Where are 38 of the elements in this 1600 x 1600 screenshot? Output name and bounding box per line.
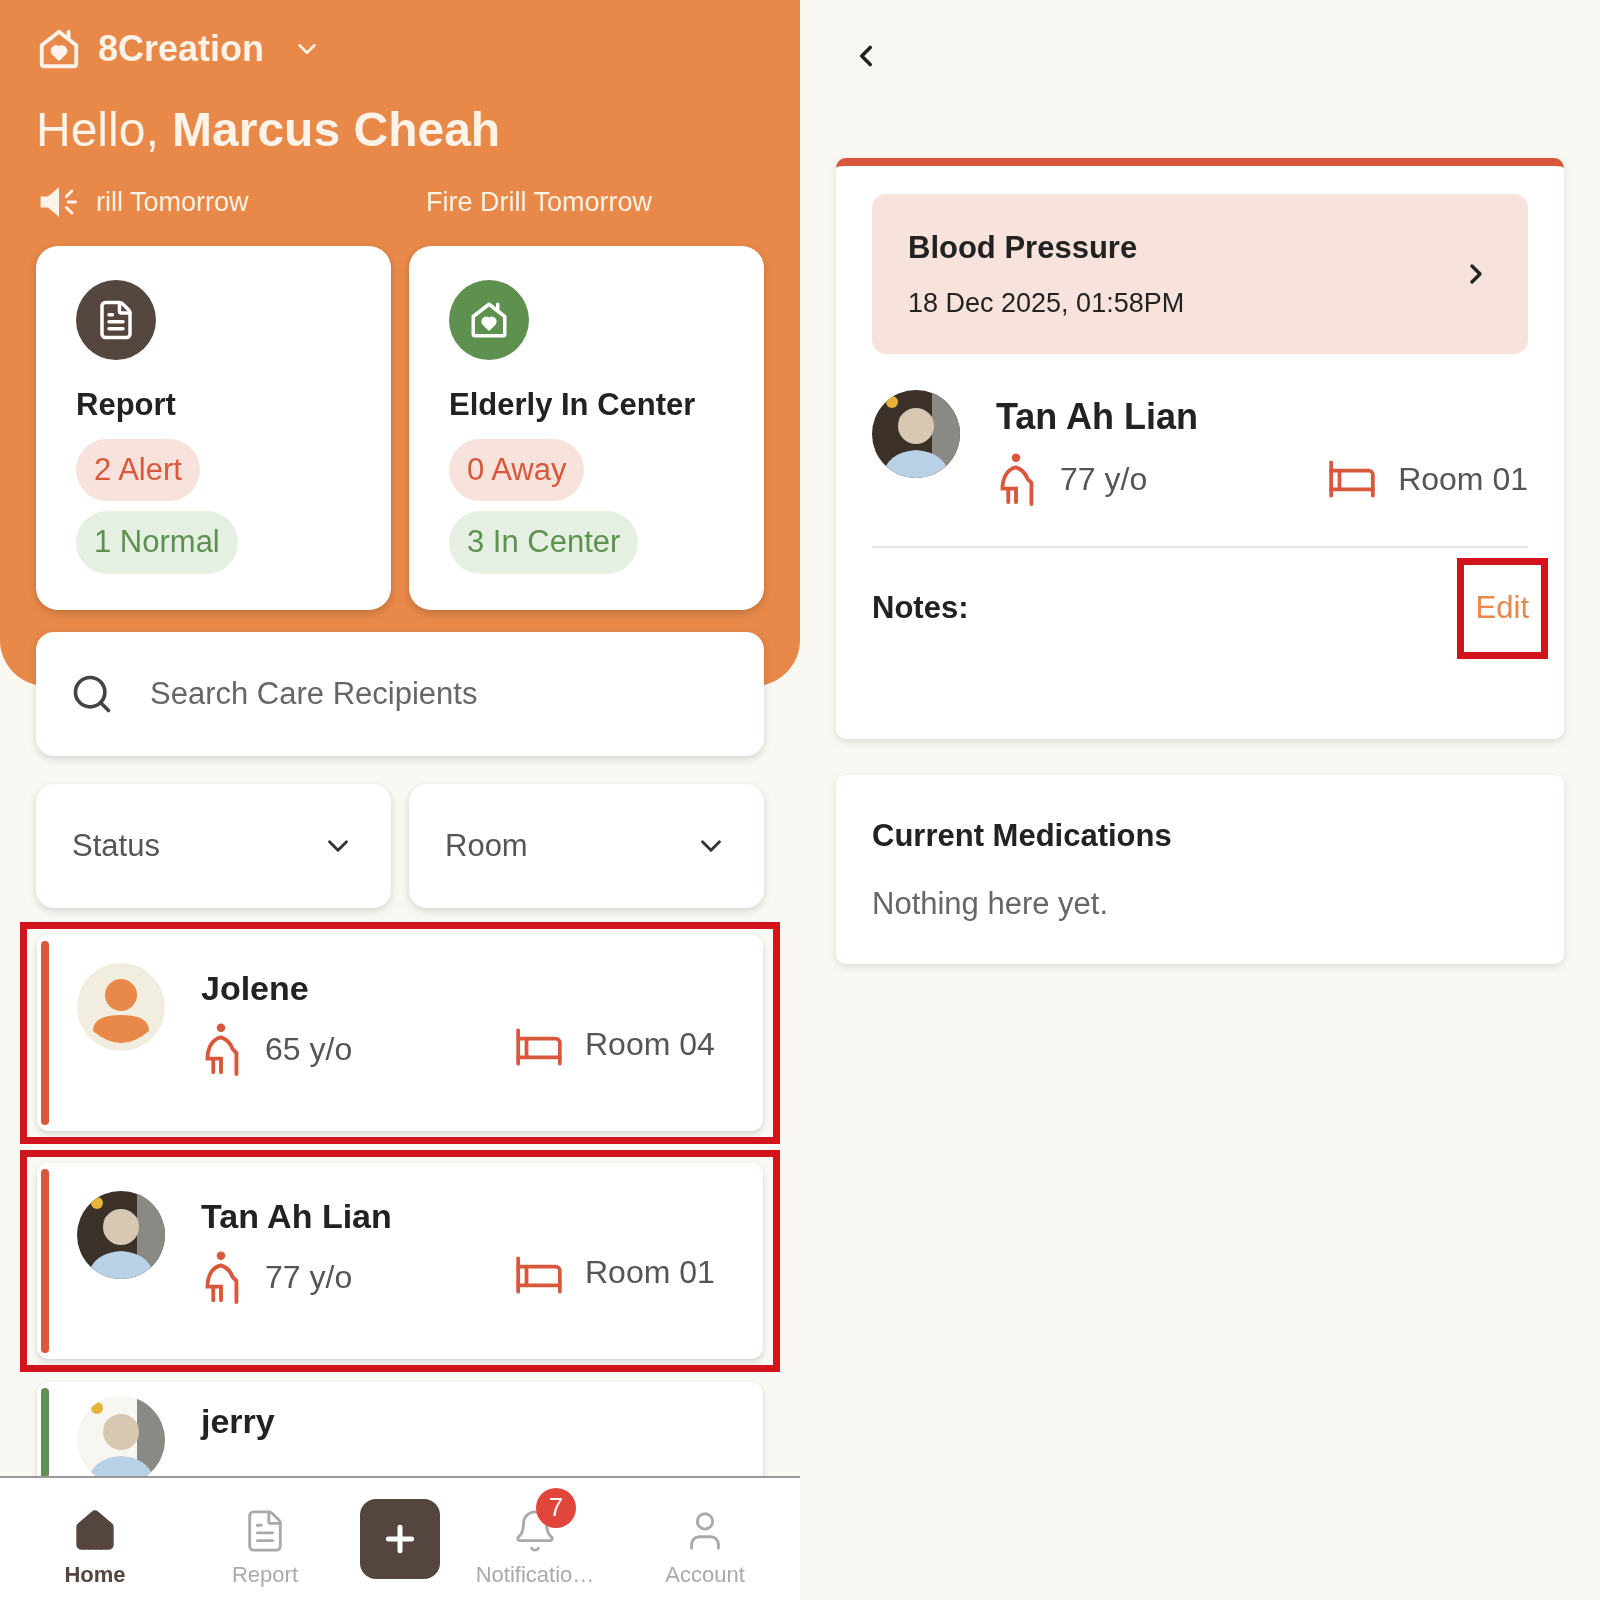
recipient-card[interactable]: Tan Ah Lian 77 y/o Room 01	[37, 1163, 763, 1359]
age-label: 77 y/o	[1060, 460, 1148, 499]
age-label: 77 y/o	[265, 1258, 353, 1297]
count-pill: 2 Alert	[76, 438, 200, 501]
notes-label: Notes:	[872, 589, 969, 627]
nav-tab[interactable]: Notificatio… 7	[460, 1487, 610, 1591]
reading-title: Blood Pressure	[908, 228, 1139, 267]
summary-card[interactable]: Elderly In Center 0 Away 3 In Center	[409, 246, 764, 610]
recipient-name: Tan Ah Lian	[996, 395, 1199, 439]
recipient-card[interactable]: Jolene 65 y/o Room 04	[37, 935, 763, 1131]
count-pill: 1 Normal	[76, 511, 238, 574]
latest-reading-card[interactable]: Blood Pressure 18 Dec 2025, 01:58PM	[872, 194, 1528, 354]
room-label: Room 01	[585, 1253, 715, 1292]
count-pill: 0 Away	[449, 438, 585, 501]
card-title: Report	[76, 386, 176, 424]
summary-card[interactable]: Report 2 Alert 1 Normal	[36, 246, 391, 610]
reading-time: 18 Dec 2025, 01:58PM	[908, 287, 1185, 320]
announcement-text: Fire Drill Tomorrow	[426, 185, 653, 219]
empty-message: Nothing here yet.	[872, 885, 1110, 923]
avatar-placeholder-icon	[77, 963, 165, 1051]
search-field[interactable]: Search Care Recipients	[36, 632, 764, 756]
room-label: Room 01	[1398, 460, 1528, 499]
recipient-card[interactable]: jerry	[37, 1382, 763, 1476]
recipient-name: Tan Ah Lian	[201, 1196, 393, 1237]
card-title: Elderly In Center	[449, 386, 696, 424]
section-title: Current Medications	[872, 816, 1173, 855]
recipient-name: jerry	[201, 1401, 276, 1442]
room-label: Room 04	[585, 1025, 715, 1064]
age-label: 65 y/o	[265, 1030, 353, 1069]
add-button[interactable]	[360, 1499, 440, 1579]
filter-dropdown[interactable]: Status	[36, 784, 391, 908]
notification-count: 7	[536, 1487, 576, 1528]
greeting: Hello, Marcus Cheah	[36, 102, 502, 158]
nav-tab[interactable]: Home	[20, 1487, 170, 1591]
announcement-text: rill Tomorrow	[96, 185, 250, 219]
recipient-name: Jolene	[201, 968, 310, 1009]
count-pill: 3 In Center	[449, 511, 639, 574]
filter-dropdown[interactable]: Room	[409, 784, 764, 908]
